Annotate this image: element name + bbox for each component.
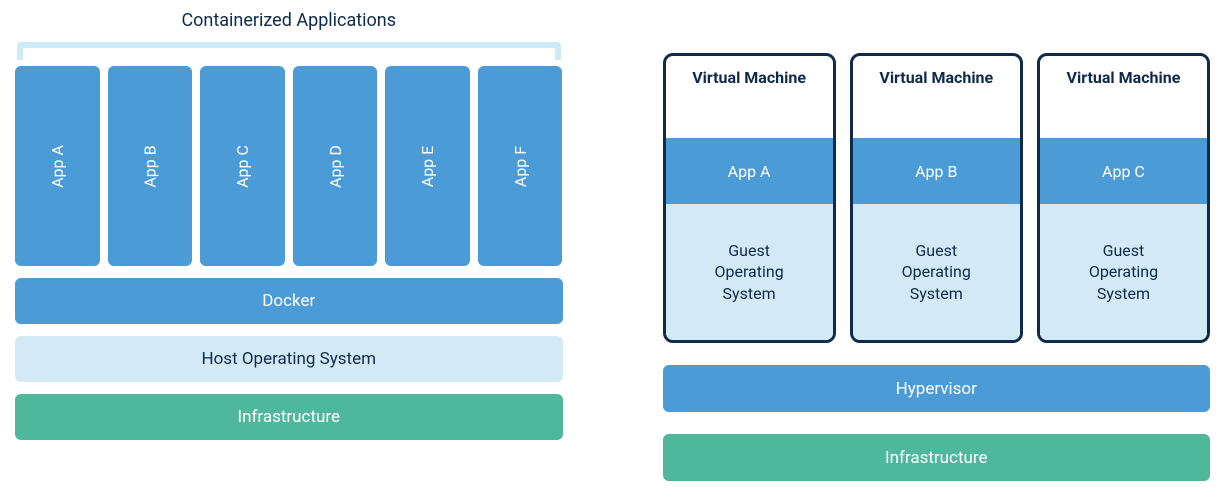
container-app-e: App E (385, 66, 470, 266)
container-app-b: App B (108, 66, 193, 266)
vm-box-a: Virtual Machine App A Guest Operating Sy… (663, 53, 836, 343)
vm-title: Virtual Machine (853, 56, 1020, 138)
docker-layer: Docker (15, 278, 563, 324)
vm-box-b: Virtual Machine App B Guest Operating Sy… (850, 53, 1023, 343)
vm-app: App B (853, 138, 1020, 204)
container-app-c: App C (200, 66, 285, 266)
app-label: App E (418, 145, 437, 186)
vm-architecture-column: Virtual Machine App A Guest Operating Sy… (663, 10, 1211, 481)
infrastructure-layer: Infrastructure (663, 434, 1211, 481)
container-app-a: App A (15, 66, 100, 266)
vm-title: Virtual Machine (666, 56, 833, 138)
hypervisor-layer: Hypervisor (663, 365, 1211, 412)
app-label: App D (326, 145, 345, 188)
bracket-icon (17, 42, 561, 60)
vm-guest-os: Guest Operating System (853, 204, 1020, 340)
vm-box-c: Virtual Machine App C Guest Operating Sy… (1037, 53, 1210, 343)
container-apps-row: App A App B App C App D App E App F (15, 66, 563, 266)
container-app-f: App F (478, 66, 563, 266)
container-title: Containerized Applications (15, 10, 563, 40)
container-architecture-column: Containerized Applications App A App B A… (15, 10, 563, 481)
vm-app: App C (1040, 138, 1207, 204)
spacer (663, 10, 1211, 53)
vm-row: Virtual Machine App A Guest Operating Sy… (663, 53, 1211, 343)
vm-guest-os: Guest Operating System (666, 204, 833, 340)
infrastructure-layer: Infrastructure (15, 394, 563, 440)
vm-title: Virtual Machine (1040, 56, 1207, 138)
container-app-d: App D (293, 66, 378, 266)
app-label: App F (511, 145, 530, 186)
app-label: App B (140, 145, 159, 187)
vm-guest-os: Guest Operating System (1040, 204, 1207, 340)
host-os-layer: Host Operating System (15, 336, 563, 382)
vm-app: App A (666, 138, 833, 204)
app-label: App C (233, 145, 252, 188)
app-label: App A (48, 145, 67, 188)
